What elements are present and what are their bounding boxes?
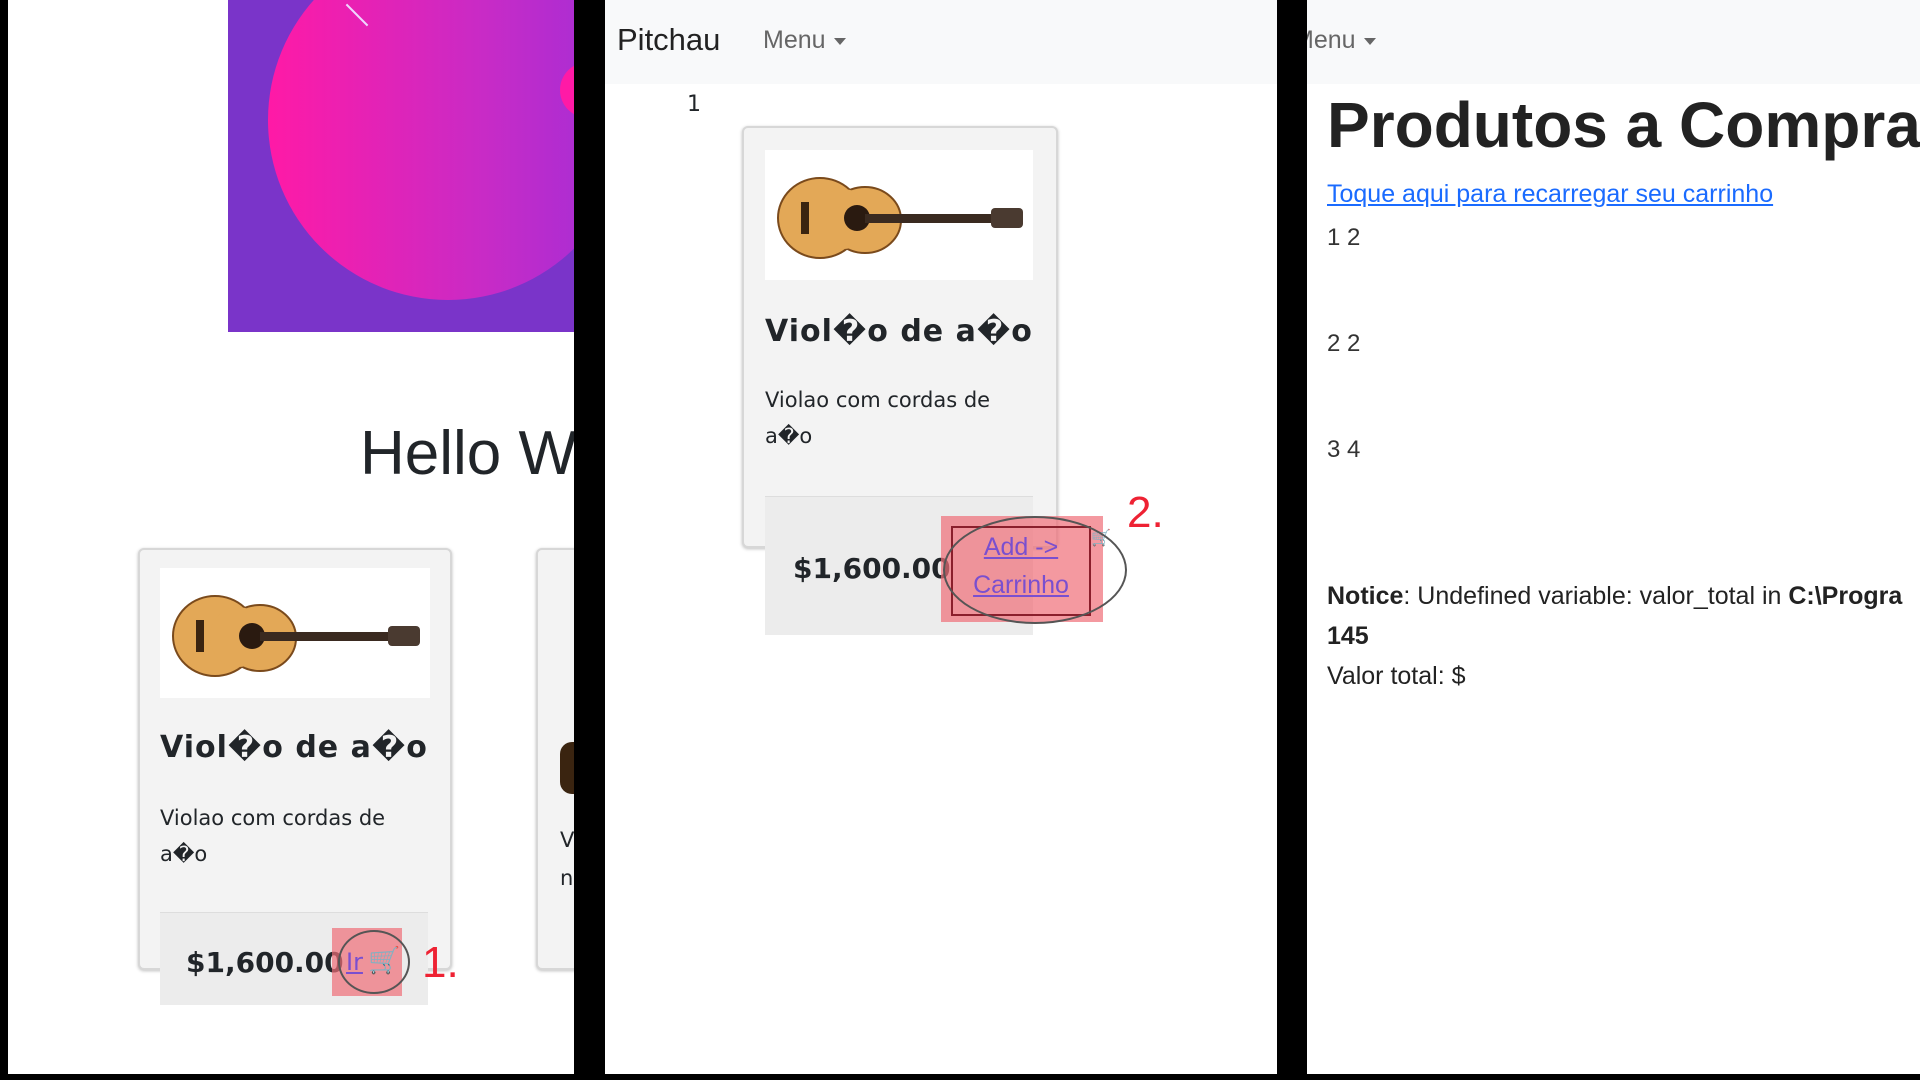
step-marker-1: 1.	[422, 938, 459, 987]
description-line-1: Violao com cordas de	[765, 388, 991, 412]
product-2-text-b: n	[560, 866, 574, 890]
hero-banner	[228, 0, 574, 332]
product-2-text-a: V	[560, 828, 574, 852]
click-ring	[338, 930, 410, 994]
menu-label: Menu	[763, 26, 826, 54]
step-marker-2: 2.	[1127, 488, 1164, 537]
chevron-down-icon	[1363, 37, 1376, 45]
product-image	[160, 568, 430, 698]
description-line-2: a�o	[765, 424, 813, 448]
cart-row: 3 4	[1327, 436, 1361, 463]
reload-cart-link[interactable]: Toque aqui para recarregar seu carrinho	[1327, 180, 1773, 209]
hero-circle	[268, 0, 574, 300]
php-notice: Notice: Undefined variable: valor_total …	[1327, 576, 1920, 696]
product-description: Violao com cordas de a�o	[765, 382, 1025, 454]
navbar: Pitchau Menu	[605, 0, 1277, 84]
cart-row: 2 2	[1327, 330, 1361, 357]
product-price: $1,600.00	[186, 946, 344, 979]
notice-line: 145	[1327, 622, 1369, 650]
browser-panel-product: Pitchau Menu 1 Viol�o de a�o Violao com …	[605, 0, 1277, 1074]
notice-label: Notice	[1327, 582, 1404, 610]
chevron-down-icon	[833, 37, 846, 45]
browser-panel-cart: Menu Produtos a Comprar Toque aqui para …	[1307, 0, 1920, 1074]
click-ring	[943, 516, 1127, 624]
browser-panel-home: Hello W Viol�o de a�o Violao com cordas …	[8, 0, 574, 1074]
product-2-image-edge	[560, 742, 574, 794]
description-line-1: Violao com cordas de	[160, 806, 386, 830]
notice-text: : Undefined variable: valor_total in	[1403, 582, 1789, 610]
product-title: Viol�o de a�o	[765, 314, 1033, 349]
product-price: $1,600.00	[793, 552, 951, 585]
guitar-icon	[777, 177, 1023, 259]
total-text: Valor total: $	[1327, 662, 1466, 690]
cart-row: 1 2	[1327, 224, 1361, 251]
description-line-2: a�o	[160, 842, 208, 866]
menu-dropdown[interactable]: Menu	[1307, 26, 1376, 55]
product-description: Violao com cordas de a�o	[160, 800, 420, 872]
item-index: 1	[687, 92, 701, 117]
notice-path: C:\Progra	[1788, 582, 1903, 610]
page-title: Hello W	[360, 419, 574, 488]
product-image	[765, 150, 1033, 280]
cart-heading: Produtos a Comprar	[1327, 89, 1920, 161]
navbar-brand[interactable]: Pitchau	[617, 22, 720, 58]
product-title: Viol�o de a�o	[160, 730, 428, 765]
navbar: Menu	[1307, 0, 1920, 84]
menu-label: Menu	[1307, 26, 1356, 54]
menu-dropdown[interactable]: Menu	[763, 26, 846, 55]
guitar-icon	[172, 595, 420, 677]
